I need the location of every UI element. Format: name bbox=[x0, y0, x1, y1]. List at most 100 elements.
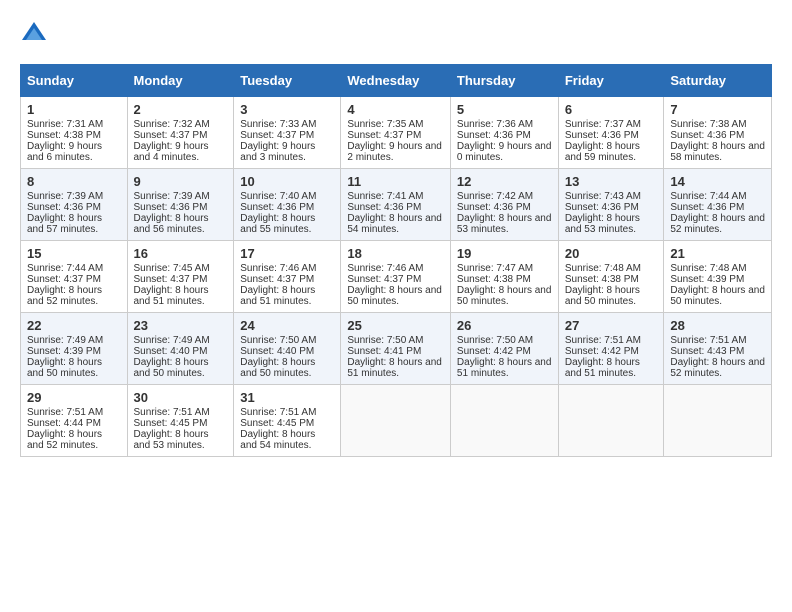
daylight-text: Daylight: 8 hours and 50 minutes. bbox=[240, 357, 334, 379]
day-number: 14 bbox=[670, 174, 765, 189]
sunset-text: Sunset: 4:37 PM bbox=[27, 274, 121, 285]
sunset-text: Sunset: 4:45 PM bbox=[134, 418, 228, 429]
sunset-text: Sunset: 4:38 PM bbox=[565, 274, 658, 285]
sunset-text: Sunset: 4:36 PM bbox=[347, 202, 444, 213]
sunrise-text: Sunrise: 7:38 AM bbox=[670, 119, 765, 130]
sunset-text: Sunset: 4:37 PM bbox=[134, 274, 228, 285]
sunrise-text: Sunrise: 7:48 AM bbox=[565, 263, 658, 274]
day-number: 31 bbox=[240, 390, 334, 405]
day-number: 10 bbox=[240, 174, 334, 189]
day-number: 23 bbox=[134, 318, 228, 333]
calendar-week-row: 29 Sunrise: 7:51 AM Sunset: 4:44 PM Dayligh… bbox=[21, 385, 772, 457]
calendar-cell: 27Sunrise: 7:51 AMSunset: 4:42 PMDayligh… bbox=[558, 313, 664, 385]
daylight-text: Daylight: 8 hours and 52 minutes. bbox=[670, 357, 765, 379]
calendar-cell: 8Sunrise: 7:39 AMSunset: 4:36 PMDaylight… bbox=[21, 169, 128, 241]
calendar-cell: 15Sunrise: 7:44 AMSunset: 4:37 PMDayligh… bbox=[21, 241, 128, 313]
sunset-text: Sunset: 4:44 PM bbox=[27, 418, 121, 429]
daylight-text: Daylight: 8 hours and 52 minutes. bbox=[670, 213, 765, 235]
day-number: 17 bbox=[240, 246, 334, 261]
sunrise-text: Sunrise: 7:33 AM bbox=[240, 119, 334, 130]
header-thursday: Thursday bbox=[450, 65, 558, 97]
day-number: 18 bbox=[347, 246, 444, 261]
sunset-text: Sunset: 4:37 PM bbox=[134, 130, 228, 141]
daylight-text: Daylight: 8 hours and 50 minutes. bbox=[670, 285, 765, 307]
sunrise-text: Sunrise: 7:51 AM bbox=[240, 407, 334, 418]
daylight-text: Daylight: 8 hours and 54 minutes. bbox=[347, 213, 444, 235]
sunrise-text: Sunrise: 7:35 AM bbox=[347, 119, 444, 130]
calendar-cell: 25Sunrise: 7:50 AMSunset: 4:41 PMDayligh… bbox=[341, 313, 451, 385]
calendar-cell: 11 Sunrise: 7:41 AMSunset: 4:36 PMDayligh… bbox=[341, 169, 451, 241]
day-number: 1 bbox=[27, 102, 121, 117]
header-wednesday: Wednesday bbox=[341, 65, 451, 97]
header-saturday: Saturday bbox=[664, 65, 772, 97]
day-number: 8 bbox=[27, 174, 121, 189]
sunset-text: Sunset: 4:37 PM bbox=[240, 130, 334, 141]
calendar-cell bbox=[450, 385, 558, 457]
sunset-text: Sunset: 4:36 PM bbox=[240, 202, 334, 213]
day-number: 28 bbox=[670, 318, 765, 333]
daylight-text: Daylight: 8 hours and 51 minutes. bbox=[347, 357, 444, 379]
header-sunday: Sunday bbox=[21, 65, 128, 97]
sunrise-text: Sunrise: 7:40 AM bbox=[240, 191, 334, 202]
sunrise-text: Sunrise: 7:51 AM bbox=[134, 407, 228, 418]
daylight-text: Daylight: 8 hours and 53 minutes. bbox=[565, 213, 658, 235]
calendar-cell: 7Sunrise: 7:38 AMSunset: 4:36 PMDaylight… bbox=[664, 97, 772, 169]
sunrise-text: Sunrise: 7:51 AM bbox=[565, 335, 658, 346]
sunset-text: Sunset: 4:40 PM bbox=[134, 346, 228, 357]
header-tuesday: Tuesday bbox=[234, 65, 341, 97]
sunrise-text: Sunrise: 7:49 AM bbox=[27, 335, 121, 346]
sunset-text: Sunset: 4:45 PM bbox=[240, 418, 334, 429]
sunrise-text: Sunrise: 7:41 AM bbox=[347, 191, 444, 202]
day-number: 11 bbox=[347, 174, 444, 189]
sunrise-text: Sunrise: 7:49 AM bbox=[134, 335, 228, 346]
logo bbox=[20, 20, 52, 48]
daylight-text: Daylight: 8 hours and 51 minutes. bbox=[134, 285, 228, 307]
sunrise-text: Sunrise: 7:36 AM bbox=[457, 119, 552, 130]
day-number: 13 bbox=[565, 174, 658, 189]
sunrise-text: Sunrise: 7:32 AM bbox=[134, 119, 228, 130]
daylight-text: Daylight: 8 hours and 51 minutes. bbox=[565, 357, 658, 379]
day-number: 22 bbox=[27, 318, 121, 333]
daylight-text: Daylight: 9 hours and 6 minutes. bbox=[27, 141, 121, 163]
daylight-text: Daylight: 8 hours and 50 minutes. bbox=[134, 357, 228, 379]
sunrise-text: Sunrise: 7:47 AM bbox=[457, 263, 552, 274]
calendar-cell: 18Sunrise: 7:46 AMSunset: 4:37 PMDayligh… bbox=[341, 241, 451, 313]
calendar-cell: 13Sunrise: 7:43 AMSunset: 4:36 PMDayligh… bbox=[558, 169, 664, 241]
day-number: 24 bbox=[240, 318, 334, 333]
calendar-week-row: 1Sunrise: 7:31 AMSunset: 4:38 PMDaylight… bbox=[21, 97, 772, 169]
daylight-text: Daylight: 8 hours and 56 minutes. bbox=[134, 213, 228, 235]
sunset-text: Sunset: 4:36 PM bbox=[134, 202, 228, 213]
sunset-text: Sunset: 4:38 PM bbox=[457, 274, 552, 285]
daylight-text: Daylight: 8 hours and 54 minutes. bbox=[240, 429, 334, 451]
calendar-cell: 20Sunrise: 7:48 AMSunset: 4:38 PMDayligh… bbox=[558, 241, 664, 313]
sunset-text: Sunset: 4:36 PM bbox=[457, 202, 552, 213]
sunset-text: Sunset: 4:36 PM bbox=[670, 130, 765, 141]
calendar-cell: 29Sunrise: 7:51 AMSunset: 4:44 PMDayligh… bbox=[21, 385, 128, 457]
sunrise-text: Sunrise: 7:51 AM bbox=[670, 335, 765, 346]
sunrise-text: Sunrise: 7:50 AM bbox=[457, 335, 552, 346]
calendar-cell bbox=[558, 385, 664, 457]
day-number: 29 bbox=[27, 390, 121, 405]
daylight-text: Daylight: 9 hours and 2 minutes. bbox=[347, 141, 444, 163]
day-number: 12 bbox=[457, 174, 552, 189]
sunset-text: Sunset: 4:37 PM bbox=[347, 274, 444, 285]
calendar-cell: 14Sunrise: 7:44 AMSunset: 4:36 PMDayligh… bbox=[664, 169, 772, 241]
day-number: 7 bbox=[670, 102, 765, 117]
day-number: 19 bbox=[457, 246, 552, 261]
sunrise-text: Sunrise: 7:46 AM bbox=[347, 263, 444, 274]
daylight-text: Daylight: 8 hours and 50 minutes. bbox=[565, 285, 658, 307]
day-number: 27 bbox=[565, 318, 658, 333]
day-number: 25 bbox=[347, 318, 444, 333]
sunrise-text: Sunrise: 7:45 AM bbox=[134, 263, 228, 274]
sunset-text: Sunset: 4:39 PM bbox=[670, 274, 765, 285]
sunset-text: Sunset: 4:36 PM bbox=[565, 202, 658, 213]
calendar-cell: 2Sunrise: 7:32 AMSunset: 4:37 PMDaylight… bbox=[127, 97, 234, 169]
day-number: 9 bbox=[134, 174, 228, 189]
calendar-cell bbox=[341, 385, 451, 457]
daylight-text: Daylight: 8 hours and 59 minutes. bbox=[565, 141, 658, 163]
calendar-cell: 4Sunrise: 7:35 AMSunset: 4:37 PMDaylight… bbox=[341, 97, 451, 169]
calendar-cell: 26Sunrise: 7:50 AMSunset: 4:42 PMDayligh… bbox=[450, 313, 558, 385]
daylight-text: Daylight: 8 hours and 55 minutes. bbox=[240, 213, 334, 235]
day-number: 15 bbox=[27, 246, 121, 261]
calendar-cell: 5Sunrise: 7:36 AMSunset: 4:36 PMDaylight… bbox=[450, 97, 558, 169]
